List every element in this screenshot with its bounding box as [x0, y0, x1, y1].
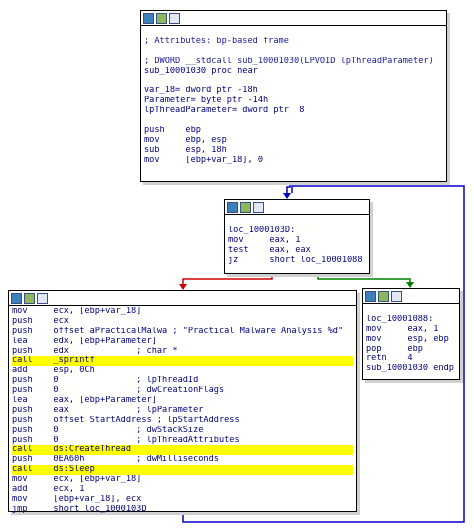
comment-line: ; DWORD __stdcall sub_10001030(LPVOID lp… [144, 56, 434, 66]
code-line[interactable]: push 0 ; lpThreadId [12, 376, 353, 386]
code-line[interactable]: push 0EA60h ; dwMilliseconds [12, 455, 353, 465]
code-line[interactable]: lpThreadParameter= dword ptr 8 [144, 106, 443, 116]
code-line[interactable]: add esp, 0Ch [12, 366, 353, 376]
code-line[interactable]: mov ecx, [ebp+var_18] [12, 307, 353, 317]
graph-text-icon[interactable] [391, 290, 402, 302]
code-line[interactable]: mov [ebp+var_18], ecx [12, 495, 353, 505]
call-line[interactable]: call ds:CreateThread [12, 445, 353, 456]
code-listing: ; Attributes: bp-based frame ; DWORD __s… [141, 26, 446, 166]
code-line[interactable]: push 0 ; dwStackSize [12, 426, 353, 436]
code-line[interactable]: push edx ; char * [12, 347, 353, 357]
graph-block-exit[interactable]: loc_10001088: mov eax, 1 mov esp, ebp po… [362, 288, 460, 380]
graph-block-loop-body[interactable]: mov ecx, [ebp+var_18] push ecx push offs… [8, 290, 357, 514]
code-line[interactable]: sub_10001030 proc near [144, 67, 443, 77]
edge-true-to-block4 [317, 272, 414, 288]
graph-block-loop-check[interactable]: loc_1000103D: mov eax, 1 test eax, eax j… [224, 199, 370, 274]
code-line[interactable]: pop ebp [366, 345, 456, 355]
code-listing: loc_1000103D: mov eax, 1 test eax, eax j… [225, 215, 369, 266]
graph-chart-icon[interactable] [240, 201, 251, 213]
code-line[interactable]: Parameter= byte ptr -14h [144, 96, 443, 106]
block-header [141, 11, 446, 26]
code-line[interactable]: mov eax, 1 [366, 325, 456, 335]
code-line[interactable]: mov esp, ebp [366, 335, 456, 345]
code-line[interactable]: sub_10001030 endp [366, 364, 456, 374]
code-line[interactable]: push ebp [144, 126, 443, 136]
code-line[interactable]: test eax, eax [228, 246, 366, 256]
graph-color-icon[interactable] [11, 292, 22, 304]
code-line[interactable]: add ecx, 1 [12, 485, 353, 495]
graph-chart-icon[interactable] [156, 12, 167, 24]
call-line[interactable]: call ds:Sleep [12, 465, 353, 476]
code-label[interactable]: loc_10001088: [366, 315, 456, 325]
code-label[interactable]: loc_1000103D: [228, 226, 366, 236]
code-line[interactable]: push offset aPracticalMalwa ; "Practical… [12, 327, 353, 337]
block-header [363, 289, 459, 304]
graph-block-entry[interactable]: ; Attributes: bp-based frame ; DWORD __s… [140, 10, 447, 182]
code-line[interactable]: var_18= dword ptr -18h [144, 86, 443, 96]
code-listing: loc_10001088: mov eax, 1 mov esp, ebp po… [363, 304, 459, 375]
code-line[interactable]: lea edx, [ebp+Parameter] [12, 337, 353, 347]
edge-false-to-block3 [179, 272, 273, 290]
call-line[interactable]: call _sprintf [12, 356, 353, 367]
code-line[interactable]: push eax ; lpParameter [12, 406, 353, 416]
code-line[interactable]: sub esp, 18h [144, 146, 443, 156]
graph-text-icon[interactable] [169, 12, 180, 24]
code-line[interactable]: mov [ebp+var_18], 0 [144, 156, 443, 166]
code-line[interactable]: jmp short loc_1000103D [12, 505, 353, 515]
graph-color-icon[interactable] [227, 201, 238, 213]
code-line[interactable]: push offset StartAddress ; lpStartAddres… [12, 416, 353, 426]
code-line[interactable]: push 0 ; lpThreadAttributes [12, 436, 353, 446]
graph-text-icon[interactable] [253, 201, 264, 213]
block-header [9, 291, 356, 306]
edge-block1-to-block2 [283, 180, 291, 199]
comment-line: ; Attributes: bp-based frame [144, 36, 289, 46]
graph-text-icon[interactable] [37, 292, 48, 304]
graph-chart-icon[interactable] [24, 292, 35, 304]
code-line[interactable]: jz short loc_10001088 [228, 256, 366, 266]
block-header [225, 200, 369, 215]
graph-color-icon[interactable] [143, 12, 154, 24]
code-line[interactable]: push 0 ; dwCreationFlags [12, 386, 353, 396]
code-line[interactable]: mov ebp, esp [144, 136, 443, 146]
code-line[interactable]: push ecx [12, 317, 353, 327]
code-line[interactable]: mov eax, 1 [228, 236, 366, 246]
code-line[interactable]: mov ecx, [ebp+var_18] [12, 475, 353, 485]
code-listing: mov ecx, [ebp+var_18] push ecx push offs… [9, 306, 356, 516]
graph-chart-icon[interactable] [378, 290, 389, 302]
code-line[interactable]: retn 4 [366, 354, 456, 364]
graph-color-icon[interactable] [365, 290, 376, 302]
code-line[interactable]: lea eax, [ebp+Parameter] [12, 396, 353, 406]
